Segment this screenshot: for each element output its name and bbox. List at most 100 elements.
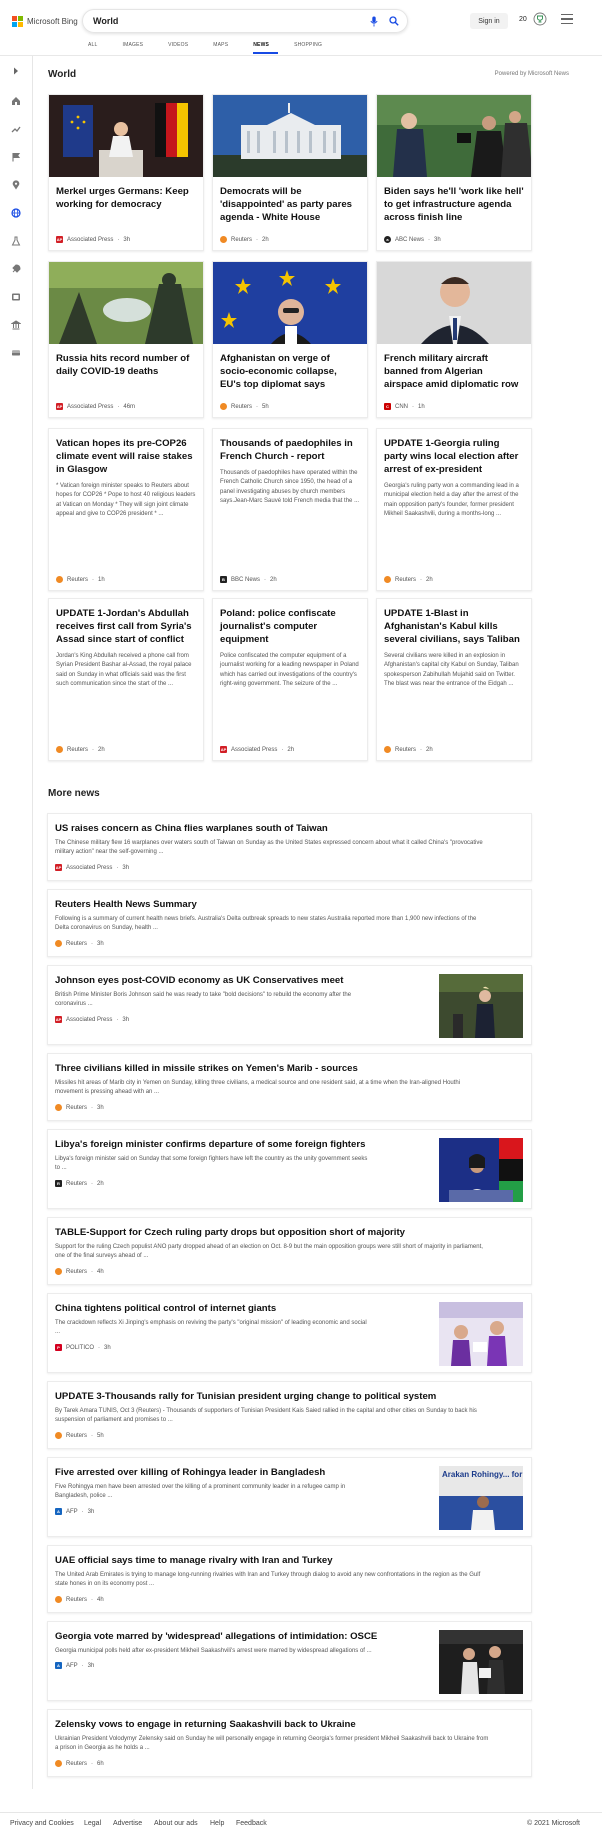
news-card-title[interactable]: Biden says he'll 'work like hell' to get… (377, 177, 531, 224)
footer-link-advertise[interactable]: Advertise (113, 1820, 142, 1827)
more-news-item[interactable]: US raises concern as China flies warplan… (47, 813, 532, 881)
news-card[interactable]: French military aircraft banned from Alg… (376, 261, 532, 418)
more-news-item[interactable]: Reuters Health News Summary Following is… (47, 889, 532, 957)
search-input[interactable]: World (93, 16, 367, 26)
source-time: 3h (123, 236, 131, 243)
home-icon[interactable] (9, 94, 23, 108)
tab-videos[interactable]: VIDEOS (168, 42, 197, 54)
more-news-item[interactable]: UAE official says time to manage rivalry… (47, 1545, 532, 1613)
more-news-thumbnail[interactable] (439, 974, 523, 1038)
news-card[interactable]: UPDATE 1-Blast in Afghanistan's Kabul ki… (376, 598, 532, 761)
expand-chevron-icon[interactable] (9, 64, 23, 78)
news-card[interactable]: Democrats will be 'disappointed' as part… (212, 94, 368, 251)
rewards-trophy-icon[interactable] (533, 12, 547, 26)
more-news-item[interactable]: Libya's foreign minister confirms depart… (47, 1129, 532, 1209)
news-card[interactable]: Russia hits record number of daily COVID… (48, 261, 204, 418)
more-news-title[interactable]: Georgia vote marred by 'widespread' alle… (55, 1631, 377, 1642)
microphone-icon[interactable] (367, 14, 381, 28)
footer-link-legal[interactable]: Legal (84, 1820, 101, 1827)
more-news-title[interactable]: UAE official says time to manage rivalry… (55, 1555, 333, 1566)
news-card-title[interactable]: French military aircraft banned from Alg… (377, 344, 531, 391)
trending-icon[interactable] (9, 122, 23, 136)
more-news-title[interactable]: TABLE-Support for Czech ruling party dro… (55, 1227, 405, 1238)
search-box[interactable]: World (82, 9, 408, 33)
news-card[interactable]: UPDATE 1-Jordan's Abdullah receives firs… (48, 598, 204, 761)
news-card[interactable]: Biden says he'll 'work like hell' to get… (376, 94, 532, 251)
more-news-title[interactable]: Three civilians killed in missile strike… (55, 1063, 358, 1074)
globe-icon[interactable] (9, 206, 23, 220)
tab-all[interactable]: ALL (88, 42, 107, 54)
header: Microsoft Bing World Sign in 20 ALL IMAG… (0, 0, 602, 56)
more-news-item[interactable]: TABLE-Support for Czech ruling party dro… (47, 1217, 532, 1285)
news-card[interactable]: Merkel urges Germans: Keep working for d… (48, 94, 204, 251)
more-news-item[interactable]: Five arrested over killing of Rohingya l… (47, 1457, 532, 1537)
science-icon[interactable] (9, 234, 23, 248)
reuters-icon (220, 403, 227, 410)
more-news-title[interactable]: China tightens political control of inte… (55, 1303, 276, 1314)
powered-by-label[interactable]: Powered by Microsoft News (495, 71, 569, 77)
tab-shopping[interactable]: SHOPPING (294, 42, 331, 54)
more-news-thumbnail[interactable] (439, 1138, 523, 1202)
entertainment-icon[interactable] (9, 290, 23, 304)
source-time: 3h (97, 940, 104, 947)
money-icon[interactable] (9, 346, 23, 360)
news-card[interactable]: Vatican hopes its pre-COP26 climate even… (48, 428, 204, 591)
news-card-title[interactable]: UPDATE 1-Georgia ruling party wins local… (377, 429, 531, 476)
flag-icon[interactable] (9, 150, 23, 164)
more-news-item[interactable]: Three civilians killed in missile strike… (47, 1053, 532, 1121)
news-card-title[interactable]: UPDATE 1-Blast in Afghanistan's Kabul ki… (377, 599, 531, 646)
more-news-item[interactable]: Johnson eyes post-COVID economy as UK Co… (47, 965, 532, 1045)
news-card[interactable]: UPDATE 1-Georgia ruling party wins local… (376, 428, 532, 591)
more-news-title[interactable]: Reuters Health News Summary (55, 899, 197, 910)
more-news-item[interactable]: Georgia vote marred by 'widespread' alle… (47, 1621, 532, 1701)
news-card-image (377, 95, 531, 177)
source-separator: · (91, 1432, 94, 1439)
news-card-title[interactable]: Thousands of paedophiles in French Churc… (213, 429, 367, 463)
source-time: 3h (87, 1508, 95, 1515)
news-card[interactable]: Thousands of paedophiles in French Churc… (212, 428, 368, 591)
bing-logo[interactable]: Microsoft Bing (12, 16, 78, 27)
rocket-icon[interactable] (9, 262, 23, 276)
news-card-title[interactable]: Merkel urges Germans: Keep working for d… (49, 177, 203, 211)
news-card[interactable]: Afghanistan on verge of socio-economic c… (212, 261, 368, 418)
more-news-title[interactable]: Johnson eyes post-COVID economy as UK Co… (55, 975, 343, 986)
footer-link-about-ads[interactable]: About our ads (154, 1820, 198, 1827)
tab-images[interactable]: IMAGES (123, 42, 153, 54)
more-news-item[interactable]: Zelensky vows to engage in returning Saa… (47, 1709, 532, 1777)
more-news-title[interactable]: Five arrested over killing of Rohingya l… (55, 1467, 325, 1478)
news-card-title[interactable]: Poland: police confiscate journalist's c… (213, 599, 367, 646)
news-card[interactable]: Poland: police confiscate journalist's c… (212, 598, 368, 761)
description-line: Libya's foreign minister said on Sunday … (55, 1156, 368, 1162)
tab-news[interactable]: NEWS (253, 42, 279, 54)
politics-building-icon[interactable] (9, 318, 23, 332)
footer-link-help[interactable]: Help (210, 1820, 224, 1827)
news-card-title[interactable]: Afghanistan on verge of socio-economic c… (213, 344, 367, 391)
hamburger-menu-icon[interactable] (561, 14, 573, 25)
more-news-thumbnail[interactable]: Arakan Rohingy... for Peace & Hum... (439, 1466, 523, 1530)
more-news-item[interactable]: China tightens political control of inte… (47, 1293, 532, 1373)
more-news-item[interactable]: UPDATE 3-Thousands rally for Tunisian pr… (47, 1381, 532, 1449)
source-separator: · (81, 1508, 84, 1515)
sign-in-button[interactable]: Sign in (470, 13, 508, 29)
more-news-thumbnail[interactable] (439, 1630, 523, 1694)
news-card-title[interactable]: UPDATE 1-Jordan's Abdullah receives firs… (49, 599, 203, 646)
news-card-title[interactable]: Vatican hopes its pre-COP26 climate even… (49, 429, 203, 476)
rewards-count[interactable]: 20 (519, 16, 527, 23)
more-news-source: Reuters · 4h (55, 1268, 104, 1275)
reuters-mark-icon: R (55, 1180, 62, 1187)
more-news-thumbnail[interactable] (439, 1302, 523, 1366)
description-line: Bangladesh, police ... (55, 1493, 113, 1500)
search-icon[interactable] (387, 14, 401, 28)
source-time: 3h (122, 864, 130, 871)
footer-link-feedback[interactable]: Feedback (236, 1820, 267, 1827)
more-news-title[interactable]: Libya's foreign minister confirms depart… (55, 1139, 365, 1150)
news-card-title[interactable]: Russia hits record number of daily COVID… (49, 344, 203, 378)
footer-link-privacy[interactable]: Privacy and Cookies (10, 1820, 74, 1827)
source-time: 4h (97, 1268, 104, 1275)
news-card-title[interactable]: Democrats will be 'disappointed' as part… (213, 177, 367, 224)
more-news-title[interactable]: Zelensky vows to engage in returning Saa… (55, 1719, 356, 1730)
more-news-title[interactable]: US raises concern as China flies warplan… (55, 823, 328, 834)
more-news-title[interactable]: UPDATE 3-Thousands rally for Tunisian pr… (55, 1391, 436, 1402)
tab-maps[interactable]: MAPS (213, 42, 237, 54)
location-pin-icon[interactable] (9, 178, 23, 192)
